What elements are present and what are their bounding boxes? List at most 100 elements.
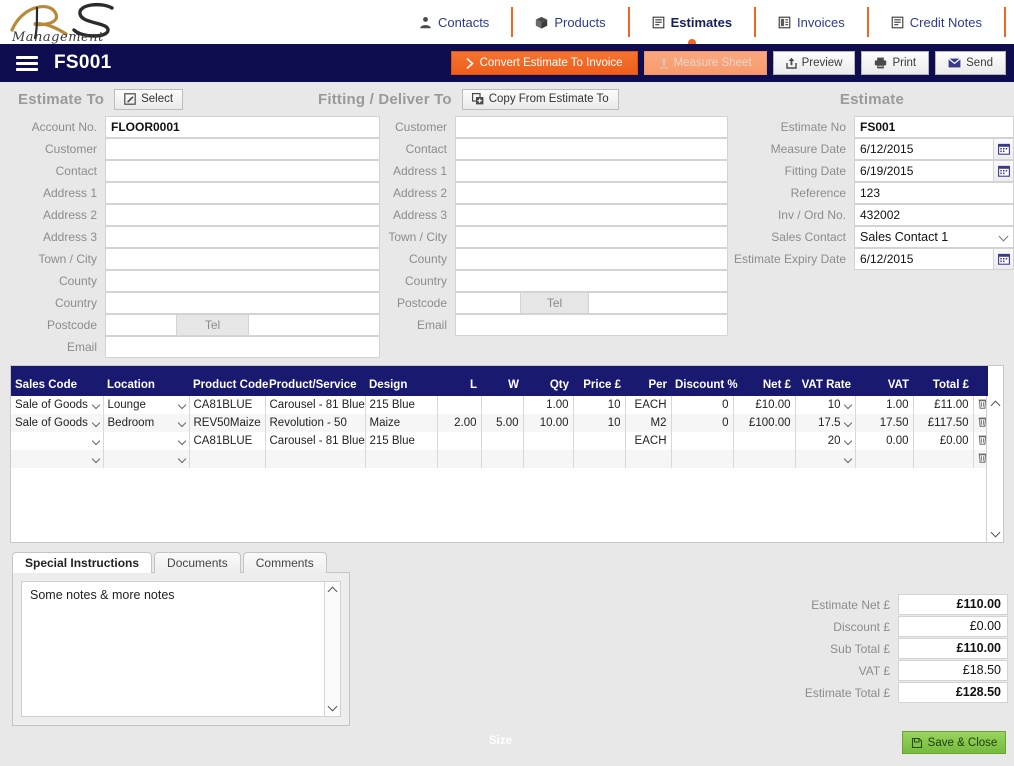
scroll-down-button[interactable] [987, 526, 1003, 542]
tab-documents[interactable]: Documents [154, 552, 241, 573]
cell-total[interactable]: £0.00 [913, 432, 974, 450]
cell-price[interactable] [573, 450, 626, 468]
cell-product-service[interactable] [265, 450, 366, 468]
cell-total[interactable] [913, 450, 974, 468]
nav-tab-invoices[interactable]: Invoices [756, 7, 869, 37]
notes-vertical-scrollbar[interactable] [324, 582, 340, 716]
cell-sales-code[interactable] [11, 450, 104, 468]
cell-discount[interactable] [671, 450, 734, 468]
nav-tab-estimates[interactable]: Estimates [630, 7, 757, 47]
table-row[interactable] [11, 450, 988, 468]
cell-vat-rate[interactable]: 17.5 [795, 414, 856, 432]
cell-vat[interactable]: 1.00 [855, 396, 914, 414]
cell-net[interactable]: £100.00 [733, 414, 796, 432]
cell-vat[interactable] [855, 450, 914, 468]
cell-design[interactable]: 215 Blue [365, 432, 438, 450]
cell-qty[interactable]: 10.00 [523, 414, 574, 432]
fit-address1-input[interactable] [455, 160, 728, 182]
cell-discount[interactable] [671, 432, 734, 450]
cell-product-service[interactable]: Carousel - 81 Blue [265, 396, 366, 414]
cell-net[interactable] [733, 432, 796, 450]
cell-width[interactable] [481, 432, 524, 450]
fit-contact-input[interactable] [455, 138, 728, 160]
postcode-input[interactable] [105, 314, 177, 336]
measure-date-calendar-button[interactable] [994, 138, 1014, 160]
cell-location[interactable] [103, 450, 190, 468]
fit-email-input[interactable] [455, 314, 728, 336]
cell-discount[interactable]: 0 [671, 396, 734, 414]
fitting-date-input[interactable]: 6/19/2015 [854, 160, 994, 182]
notes-scroll-up-button[interactable] [325, 582, 340, 598]
send-button[interactable]: Send [935, 51, 1006, 75]
cell-design[interactable] [365, 450, 438, 468]
reference-input[interactable]: 123 [854, 182, 1014, 204]
copy-from-estimate-to-button[interactable]: Copy From Estimate To [461, 88, 619, 110]
fit-county-input[interactable] [455, 248, 728, 270]
cell-product-code[interactable] [189, 450, 266, 468]
cell-vat-rate[interactable] [795, 450, 856, 468]
inv-ord-no-input[interactable]: 432002 [854, 204, 1014, 226]
cell-length[interactable]: 2.00 [437, 414, 482, 432]
save-and-close-button[interactable]: Save & Close [902, 731, 1006, 754]
cell-sales-code[interactable] [11, 432, 104, 450]
preview-button[interactable]: Preview [772, 51, 856, 75]
sales-contact-select[interactable]: Sales Contact 1 [854, 226, 1014, 248]
cell-width[interactable] [481, 396, 524, 414]
cell-net[interactable] [733, 450, 796, 468]
cell-length[interactable] [437, 432, 482, 450]
expiry-date-calendar-button[interactable] [994, 248, 1014, 270]
grid-vertical-scrollbar[interactable] [986, 396, 1003, 542]
table-row[interactable]: CA81BLUE Carousel - 81 Blue 215 Blue EAC… [11, 432, 988, 450]
cell-vat-rate[interactable]: 10 [795, 396, 856, 414]
fit-postcode-input[interactable] [455, 292, 521, 314]
cell-length[interactable] [437, 396, 482, 414]
cell-qty[interactable] [523, 450, 574, 468]
cell-per[interactable]: M2 [625, 414, 672, 432]
cell-length[interactable] [437, 450, 482, 468]
cell-price[interactable]: 10 [573, 396, 626, 414]
cell-product-code[interactable]: REV50Maize [189, 414, 266, 432]
cell-discount[interactable]: 0 [671, 414, 734, 432]
menu-icon[interactable] [16, 53, 38, 74]
cell-qty[interactable]: 1.00 [523, 396, 574, 414]
select-customer-button[interactable]: Select [114, 88, 184, 110]
nav-tab-contacts[interactable]: Contacts [397, 7, 514, 37]
cell-price[interactable] [573, 432, 626, 450]
cell-width[interactable]: 5.00 [481, 414, 524, 432]
cell-total[interactable]: £117.50 [913, 414, 974, 432]
cell-total[interactable]: £11.00 [913, 396, 974, 414]
cell-per[interactable] [625, 450, 672, 468]
tab-comments[interactable]: Comments [242, 552, 327, 573]
cell-location[interactable]: Bedroom [103, 414, 190, 432]
measure-sheet-button[interactable]: Measure Sheet [643, 51, 767, 75]
cell-product-code[interactable]: CA81BLUE [189, 432, 266, 450]
cell-design[interactable]: 215 Blue [365, 396, 438, 414]
cell-vat-rate[interactable]: 20 [795, 432, 856, 450]
cell-per[interactable]: EACH [625, 396, 672, 414]
fit-address2-input[interactable] [455, 182, 728, 204]
tab-special-instructions[interactable]: Special Instructions [12, 552, 153, 573]
fit-tel-input[interactable] [589, 292, 728, 314]
scroll-up-button[interactable] [987, 396, 1003, 412]
nav-tab-credit-notes[interactable]: Credit Notes [869, 7, 1006, 37]
nav-tab-products[interactable]: Products [513, 7, 630, 37]
fit-country-input[interactable] [455, 270, 728, 292]
cell-location[interactable] [103, 432, 190, 450]
fit-customer-input[interactable] [455, 116, 728, 138]
cell-vat[interactable]: 17.50 [855, 414, 914, 432]
special-instructions-textarea[interactable]: Some notes & more notes [21, 581, 341, 717]
cell-sales-code[interactable]: Sale of Goods [11, 414, 104, 432]
table-row[interactable]: Sale of Goods Lounge CA81BLUE Carousel -… [11, 396, 988, 414]
cell-location[interactable]: Lounge [103, 396, 190, 414]
measure-date-input[interactable]: 6/12/2015 [854, 138, 994, 160]
print-button[interactable]: Print [861, 51, 930, 75]
cell-per[interactable]: EACH [625, 432, 672, 450]
cell-net[interactable]: £10.00 [733, 396, 796, 414]
fit-town-city-input[interactable] [455, 226, 728, 248]
email-input[interactable] [105, 336, 380, 358]
notes-scroll-down-button[interactable] [325, 700, 340, 716]
cell-vat[interactable]: 0.00 [855, 432, 914, 450]
cell-qty[interactable] [523, 432, 574, 450]
table-row[interactable]: Sale of Goods Bedroom REV50Maize Revolut… [11, 414, 988, 432]
cell-sales-code[interactable]: Sale of Goods [11, 396, 104, 414]
